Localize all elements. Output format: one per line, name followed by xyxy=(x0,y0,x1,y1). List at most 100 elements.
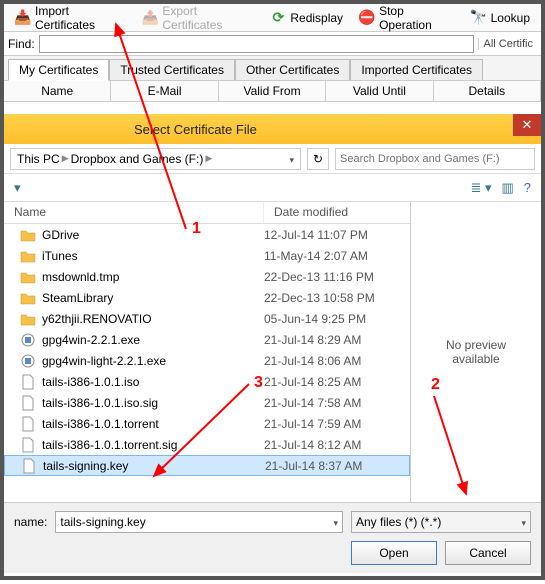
tab-my-certificates[interactable]: My Certificates xyxy=(8,59,109,81)
tab-imported-certificates[interactable]: Imported Certificates xyxy=(350,59,483,80)
folder-icon xyxy=(20,227,36,243)
binoculars-icon: 🔭 xyxy=(471,10,487,26)
close-button[interactable]: ✕ xyxy=(513,114,541,136)
tab-trusted-certificates[interactable]: Trusted Certificates xyxy=(109,59,235,80)
file-name: tails-i386-1.0.1.iso xyxy=(42,375,264,389)
breadcrumb[interactable]: This PC ▶ Dropbox and Games (F:) ▶ xyxy=(10,148,301,170)
file-date: 21-Jul-14 7:58 AM xyxy=(264,396,410,410)
find-label: Find: xyxy=(8,37,35,51)
close-icon: ✕ xyxy=(522,117,533,133)
import-label: Import Certificates xyxy=(35,4,126,32)
export-certificates-button[interactable]: 📤 Export Certificates xyxy=(135,1,261,35)
folder-icon xyxy=(20,248,36,264)
file-name: tails-i386-1.0.1.torrent xyxy=(42,417,264,431)
file-date: 22-Dec-13 11:16 PM xyxy=(264,270,410,284)
col-file-name[interactable]: Name xyxy=(4,202,264,223)
file-rows[interactable]: GDrive12-Jul-14 11:07 PMiTunes11-May-14 … xyxy=(4,224,410,502)
chevron-right-icon: ▶ xyxy=(62,153,69,164)
file-date: 21-Jul-14 8:06 AM xyxy=(264,354,410,368)
file-date: 05-Jun-14 9:25 PM xyxy=(264,312,410,326)
refresh-icon: ⟳ xyxy=(270,10,286,26)
main-toolbar: 📥 Import Certificates 📤 Export Certifica… xyxy=(4,4,541,32)
export-label: Export Certificates xyxy=(162,4,254,32)
view-toolbar: ▾ ≣ ▾ ▥ ? xyxy=(4,174,541,202)
stop-icon: ⛔ xyxy=(359,10,375,26)
filename-label: name: xyxy=(14,515,47,529)
file-row[interactable]: gpg4win-2.2.1.exe21-Jul-14 8:29 AM xyxy=(4,329,410,350)
filter-value: Any files (*) (*.*) xyxy=(356,515,441,529)
file-date: 21-Jul-14 8:12 AM xyxy=(264,438,410,452)
file-list-header: Name Date modified xyxy=(4,202,410,224)
file-row[interactable]: gpg4win-light-2.2.1.exe21-Jul-14 8:06 AM xyxy=(4,350,410,371)
file-date: 11-May-14 2:07 AM xyxy=(264,249,410,263)
col-date-modified[interactable]: Date modified xyxy=(264,202,410,223)
breadcrumb-this-pc[interactable]: This PC xyxy=(17,152,60,166)
file-name: tails-i386-1.0.1.torrent.sig xyxy=(42,438,264,452)
file-row[interactable]: tails-i386-1.0.1.iso21-Jul-14 8:25 AM xyxy=(4,371,410,392)
file-date: 12-Jul-14 11:07 PM xyxy=(264,228,410,242)
stop-operation-button[interactable]: ⛔ Stop Operation xyxy=(352,1,462,35)
file-row[interactable]: iTunes11-May-14 2:07 AM xyxy=(4,245,410,266)
file-date: 22-Dec-13 10:58 PM xyxy=(264,291,410,305)
search-input[interactable] xyxy=(335,148,535,170)
file-date: 21-Jul-14 8:25 AM xyxy=(264,375,410,389)
file-name: tails-i386-1.0.1.iso.sig xyxy=(42,396,264,410)
refresh-button[interactable]: ↻ xyxy=(307,148,329,170)
file-dialog: Select Certificate File ✕ This PC ▶ Drop… xyxy=(4,114,541,576)
file-row[interactable]: y62thjii.RENOVATIO05-Jun-14 9:25 PM xyxy=(4,308,410,329)
file-row[interactable]: SteamLibrary22-Dec-13 10:58 PM xyxy=(4,287,410,308)
file-icon xyxy=(20,437,36,453)
find-row: Find: All Certific xyxy=(4,32,541,56)
redisplay-button[interactable]: ⟳ Redisplay xyxy=(263,7,350,29)
col-name[interactable]: Name xyxy=(4,81,111,101)
view-mode-button[interactable]: ≣ ▾ xyxy=(470,180,491,196)
file-row[interactable]: tails-i386-1.0.1.iso.sig21-Jul-14 7:58 A… xyxy=(4,392,410,413)
file-row[interactable]: msdownld.tmp22-Dec-13 11:16 PM xyxy=(4,266,410,287)
file-row[interactable]: GDrive12-Jul-14 11:07 PM xyxy=(4,224,410,245)
filetype-filter[interactable]: Any files (*) (*.*) xyxy=(351,511,531,533)
file-date: 21-Jul-14 7:59 AM xyxy=(264,417,410,431)
cert-columns: Name E-Mail Valid From Valid Until Detai… xyxy=(4,80,541,102)
file-row[interactable]: tails-i386-1.0.1.torrent.sig21-Jul-14 8:… xyxy=(4,434,410,455)
file-icon xyxy=(20,353,36,369)
file-name: gpg4win-2.2.1.exe xyxy=(42,333,264,347)
col-valid-until[interactable]: Valid Until xyxy=(326,81,433,101)
filename-input[interactable]: tails-signing.key xyxy=(55,511,343,533)
folder-icon xyxy=(20,269,36,285)
dialog-bottom: name: tails-signing.key Any files (*) (*… xyxy=(4,502,541,573)
chevron-down-icon[interactable] xyxy=(521,515,526,529)
find-input[interactable] xyxy=(39,35,475,53)
import-certificates-button[interactable]: 📥 Import Certificates xyxy=(8,1,133,35)
file-name: msdownld.tmp xyxy=(42,270,264,284)
export-icon: 📤 xyxy=(142,10,158,26)
col-email[interactable]: E-Mail xyxy=(111,81,218,101)
cancel-button[interactable]: Cancel xyxy=(445,541,531,565)
file-name: gpg4win-light-2.2.1.exe xyxy=(42,354,264,368)
folder-icon xyxy=(20,311,36,327)
file-icon xyxy=(21,458,37,474)
file-name: GDrive xyxy=(42,228,264,242)
file-icon xyxy=(20,395,36,411)
breadcrumb-drive[interactable]: Dropbox and Games (F:) xyxy=(71,152,204,166)
file-row[interactable]: tails-signing.key21-Jul-14 8:37 AM xyxy=(4,455,410,476)
preview-pane-button[interactable]: ▥ xyxy=(501,180,513,196)
filename-value: tails-signing.key xyxy=(60,515,145,529)
open-button[interactable]: Open xyxy=(351,541,437,565)
find-filter-label[interactable]: All Certific xyxy=(478,38,537,50)
file-icon xyxy=(20,374,36,390)
dialog-titlebar[interactable]: Select Certificate File ✕ xyxy=(4,114,541,144)
help-button[interactable]: ? xyxy=(524,180,531,195)
file-row[interactable]: tails-i386-1.0.1.torrent21-Jul-14 7:59 A… xyxy=(4,413,410,434)
tab-other-certificates[interactable]: Other Certificates xyxy=(235,59,350,80)
dialog-title-text: Select Certificate File xyxy=(134,122,257,137)
col-details[interactable]: Details xyxy=(434,81,541,101)
lookup-label: Lookup xyxy=(491,11,530,25)
file-icon xyxy=(20,332,36,348)
chevron-down-icon[interactable] xyxy=(289,152,294,166)
chevron-down-icon[interactable] xyxy=(333,515,338,529)
organize-button[interactable]: ▾ xyxy=(14,180,21,196)
file-list: Name Date modified GDrive12-Jul-14 11:07… xyxy=(4,202,411,502)
file-name: tails-signing.key xyxy=(43,459,265,473)
lookup-button[interactable]: 🔭 Lookup xyxy=(464,7,537,29)
col-valid-from[interactable]: Valid From xyxy=(219,81,326,101)
